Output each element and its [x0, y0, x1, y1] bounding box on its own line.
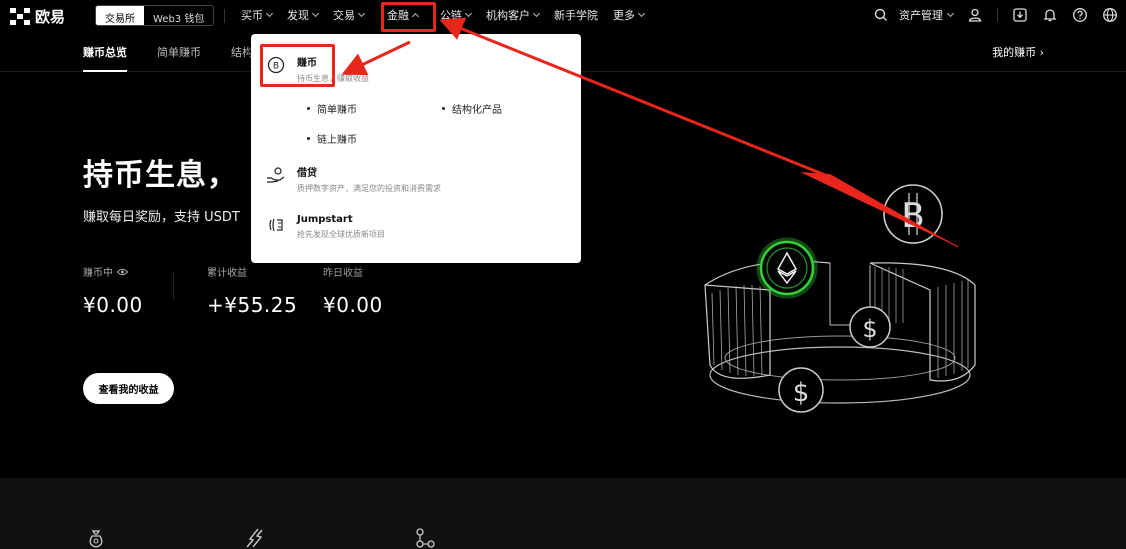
hero-subtitle: 赚取每日奖励，支持 USDT: [83, 210, 240, 225]
download-icon[interactable]: [1012, 7, 1028, 23]
network-nodes-icon: [416, 528, 435, 548]
hero-title: 持币生息，: [83, 158, 238, 193]
menu-discover-label: 发现: [287, 9, 309, 22]
earn-illustration: B $ $: [704, 184, 976, 413]
jumpstart-icon: [269, 218, 283, 232]
highlight-earn-item: [260, 44, 335, 87]
chevron-down-icon: [946, 9, 955, 18]
loan-desc: 质押数字资产，满足您的投资和消费需求: [297, 184, 441, 193]
svg-text:$: $: [793, 378, 810, 408]
chevron-down-icon: [357, 9, 366, 18]
main-menu: 买币 发现 交易 金融 公链 机构客户 新手学院 更多: [241, 0, 659, 30]
menu-chain-label: 公链: [440, 9, 462, 22]
chevron-down-icon: [532, 9, 541, 18]
money-bag-icon: [89, 530, 103, 548]
dropdown-sub-structured[interactable]: 结构化产品: [442, 101, 502, 116]
dropdown-sub-simple-earn[interactable]: 简单赚币: [307, 101, 357, 116]
onchain-earn-label: 链上赚币: [317, 135, 357, 146]
menu-buy[interactable]: 买币: [241, 7, 274, 23]
svg-text:B: B: [901, 196, 924, 236]
svg-text:$: $: [862, 315, 877, 343]
dropdown-sub-onchain-earn[interactable]: 链上赚币: [307, 131, 357, 146]
view-my-earnings-button[interactable]: 查看我的收益: [83, 373, 174, 404]
menu-trade-label: 交易: [333, 9, 355, 22]
stat-divider: [173, 272, 174, 300]
stat-yesterday-income-value: ¥0.00: [323, 293, 383, 317]
dropdown-item-jumpstart[interactable]: Jumpstart 抢先发现全球优质新项目: [265, 214, 385, 240]
help-icon[interactable]: [1072, 7, 1088, 23]
user-icon[interactable]: [967, 7, 983, 23]
nav-divider: [224, 9, 225, 23]
stat-yesterday-income: 昨日收益 ¥0.00: [323, 264, 383, 317]
logo[interactable]: 欧易: [10, 6, 65, 27]
stat-earning-label: 赚币中: [83, 268, 113, 279]
menu-trade[interactable]: 交易: [333, 7, 366, 23]
tab-structured[interactable]: 结构: [231, 44, 253, 60]
dropdown-item-loan[interactable]: 借贷质押数字资产，满足您的投资和消费需求: [265, 164, 441, 194]
top-navbar: 欧易 交易所 Web3 钱包 买币 发现 交易 金融 公链 机构客户 新手学院 …: [0, 0, 1126, 30]
exchange-tab[interactable]: 交易所: [96, 6, 144, 25]
chevron-down-icon: [265, 9, 274, 18]
chevron-down-icon: [637, 9, 646, 18]
features-section: [0, 478, 1126, 549]
globe-icon[interactable]: [1102, 7, 1118, 23]
stat-earning-value: ¥0.00: [83, 293, 143, 317]
menu-buy-label: 买币: [241, 9, 263, 22]
highlight-finance-menu: [381, 2, 436, 32]
menu-discover[interactable]: 发现: [287, 7, 320, 23]
brand-name: 欧易: [35, 8, 66, 26]
eye-icon[interactable]: [117, 268, 128, 276]
menu-chain[interactable]: 公链: [440, 7, 473, 23]
stat-total-income-value: +¥55.25: [207, 293, 298, 317]
right-tools: 资产管理: [873, 0, 1118, 30]
stat-yesterday-income-label: 昨日收益: [323, 268, 363, 279]
chevron-down-icon: [464, 9, 473, 18]
menu-academy[interactable]: 新手学院: [554, 7, 598, 23]
asset-management-label: 资产管理: [899, 9, 943, 22]
stat-total-income-label: 累计收益: [207, 268, 247, 279]
bell-icon[interactable]: [1042, 7, 1058, 23]
structured-label: 结构化产品: [452, 105, 502, 116]
okx-logo-icon: [10, 8, 30, 25]
tab-earn-overview[interactable]: 赚币总览: [83, 44, 127, 60]
menu-academy-label: 新手学院: [554, 9, 598, 22]
menu-institutional[interactable]: 机构客户: [486, 7, 541, 23]
bullet: [442, 107, 445, 110]
web3-wallet-tab[interactable]: Web3 钱包: [144, 6, 213, 25]
active-tab-indicator: [83, 70, 127, 72]
bullet: [307, 137, 310, 140]
mode-switch[interactable]: 交易所 Web3 钱包: [95, 5, 215, 26]
asset-management[interactable]: 资产管理: [899, 7, 955, 23]
chevron-down-icon: [311, 9, 320, 18]
tab-simple-earn[interactable]: 简单赚币: [157, 44, 201, 60]
stat-total-income: 累计收益 +¥55.25: [207, 264, 297, 317]
jumpstart-desc: 抢先发现全球优质新项目: [297, 230, 385, 239]
menu-more[interactable]: 更多: [613, 7, 646, 23]
divider: [997, 8, 998, 22]
menu-more-label: 更多: [613, 9, 635, 22]
menu-institutional-label: 机构客户: [486, 9, 530, 22]
loan-title: 借贷: [297, 168, 317, 179]
simple-earn-label: 简单赚币: [317, 105, 357, 116]
hand-coin-icon: [267, 167, 285, 183]
my-earn-link[interactable]: 我的赚币 ›: [992, 44, 1044, 60]
lightning-icon: [246, 528, 263, 548]
stat-earning: 赚币中 ¥0.00: [83, 264, 143, 317]
jumpstart-title: Jumpstart: [297, 214, 353, 225]
search-icon[interactable]: [873, 7, 889, 23]
bullet: [307, 107, 310, 110]
